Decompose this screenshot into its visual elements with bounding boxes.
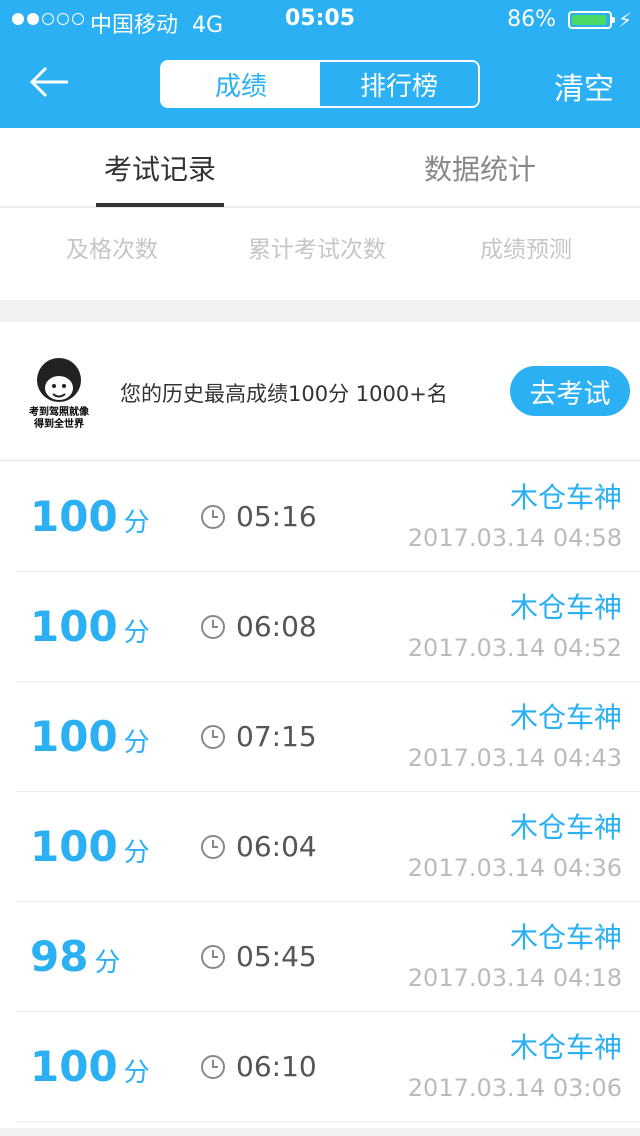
record-list: 100 分 05:16 木仓车神 2017.03.14 04:58 100 分 06… bbox=[0, 462, 640, 1122]
record-duration: 05:16 bbox=[236, 500, 317, 533]
clock-icon bbox=[201, 505, 225, 529]
record-name: 木仓车神 bbox=[509, 701, 622, 734]
record-row[interactable]: 100 分 06:04 木仓车神 2017.03.14 04:36 bbox=[16, 792, 640, 902]
record-row[interactable]: 100 分 07:15 木仓车神 2017.03.14 04:43 bbox=[16, 682, 640, 792]
record-duration: 06:04 bbox=[236, 830, 317, 863]
clock-icon bbox=[201, 615, 225, 639]
record-name: 木仓车神 bbox=[509, 481, 622, 514]
list-footer bbox=[0, 1128, 640, 1136]
record-name: 木仓车神 bbox=[509, 591, 622, 624]
record-score: 100 分 bbox=[30, 492, 150, 541]
battery-percent: 86% bbox=[507, 7, 556, 32]
record-duration: 06:08 bbox=[236, 610, 317, 643]
record-duration: 06:10 bbox=[236, 1050, 317, 1083]
tab-exam-records[interactable]: 考试记录 bbox=[0, 128, 320, 208]
avatar: 考到驾照就像 得到全世界 bbox=[22, 356, 96, 430]
tab-bar: 考试记录 数据统计 bbox=[0, 128, 640, 208]
clear-button[interactable]: 清空 bbox=[554, 64, 614, 108]
segmented-control: 成绩 排行榜 bbox=[160, 60, 480, 108]
record-date: 2017.03.14 04:18 bbox=[407, 964, 622, 992]
stat-total-exams: 累计考试次数 bbox=[248, 237, 386, 263]
stat-prediction: 成绩预测 bbox=[480, 237, 572, 263]
avatar-caption-1: 考到驾照就像 bbox=[29, 405, 90, 418]
avatar-caption-2: 得到全世界 bbox=[33, 417, 84, 430]
record-date: 2017.03.14 04:58 bbox=[407, 524, 622, 552]
record-row[interactable]: 100 分 06:10 木仓车神 2017.03.14 03:06 bbox=[16, 1012, 640, 1122]
status-bar: 中国移动 4G 05:05 86% ⚡ bbox=[0, 0, 640, 40]
clock-icon bbox=[201, 835, 225, 859]
tab-statistics[interactable]: 数据统计 bbox=[320, 128, 640, 208]
record-row[interactable]: 98 分 05:45 木仓车神 2017.03.14 04:18 bbox=[16, 902, 640, 1012]
record-date: 2017.03.14 04:43 bbox=[407, 744, 622, 772]
record-name: 木仓车神 bbox=[509, 811, 622, 844]
go-exam-button[interactable]: 去考试 bbox=[510, 366, 630, 416]
segment-score[interactable]: 成绩 bbox=[162, 62, 320, 106]
tab-indicator bbox=[96, 203, 224, 207]
record-name: 木仓车神 bbox=[509, 921, 622, 954]
section-divider bbox=[0, 300, 640, 322]
record-score: 100 分 bbox=[30, 822, 150, 871]
record-date: 2017.03.14 04:52 bbox=[407, 634, 622, 662]
record-date: 2017.03.14 03:06 bbox=[407, 1074, 622, 1102]
clock-icon bbox=[201, 1055, 225, 1079]
best-score-row: 考到驾照就像 得到全世界 您的历史最高成绩100分 1000+名 去考试 bbox=[0, 322, 640, 461]
arrow-left-icon[interactable] bbox=[28, 60, 72, 104]
record-score: 98 分 bbox=[30, 932, 121, 981]
record-score: 100 分 bbox=[30, 1042, 150, 1091]
best-score-summary: 您的历史最高成绩100分 1000+名 bbox=[120, 382, 448, 406]
clock-icon bbox=[201, 725, 225, 749]
charging-icon: ⚡ bbox=[617, 8, 632, 32]
record-duration: 07:15 bbox=[236, 720, 317, 753]
record-score: 100 分 bbox=[30, 602, 150, 651]
record-row[interactable]: 100 分 06:08 木仓车神 2017.03.14 04:52 bbox=[16, 572, 640, 682]
battery-icon bbox=[568, 11, 615, 29]
record-row[interactable]: 100 分 05:16 木仓车神 2017.03.14 04:58 bbox=[16, 462, 640, 572]
stat-pass-count: 及格次数 bbox=[66, 237, 158, 263]
stats-row: 及格次数 累计考试次数 成绩预测 bbox=[0, 210, 640, 300]
clock-icon bbox=[201, 945, 225, 969]
record-duration: 05:45 bbox=[236, 940, 317, 973]
app-header: 中国移动 4G 05:05 86% ⚡ 成绩 排行榜 清空 bbox=[0, 0, 640, 128]
segment-ranking[interactable]: 排行榜 bbox=[320, 62, 478, 106]
record-date: 2017.03.14 04:36 bbox=[407, 854, 622, 882]
record-name: 木仓车神 bbox=[509, 1031, 622, 1064]
record-score: 100 分 bbox=[30, 712, 150, 761]
